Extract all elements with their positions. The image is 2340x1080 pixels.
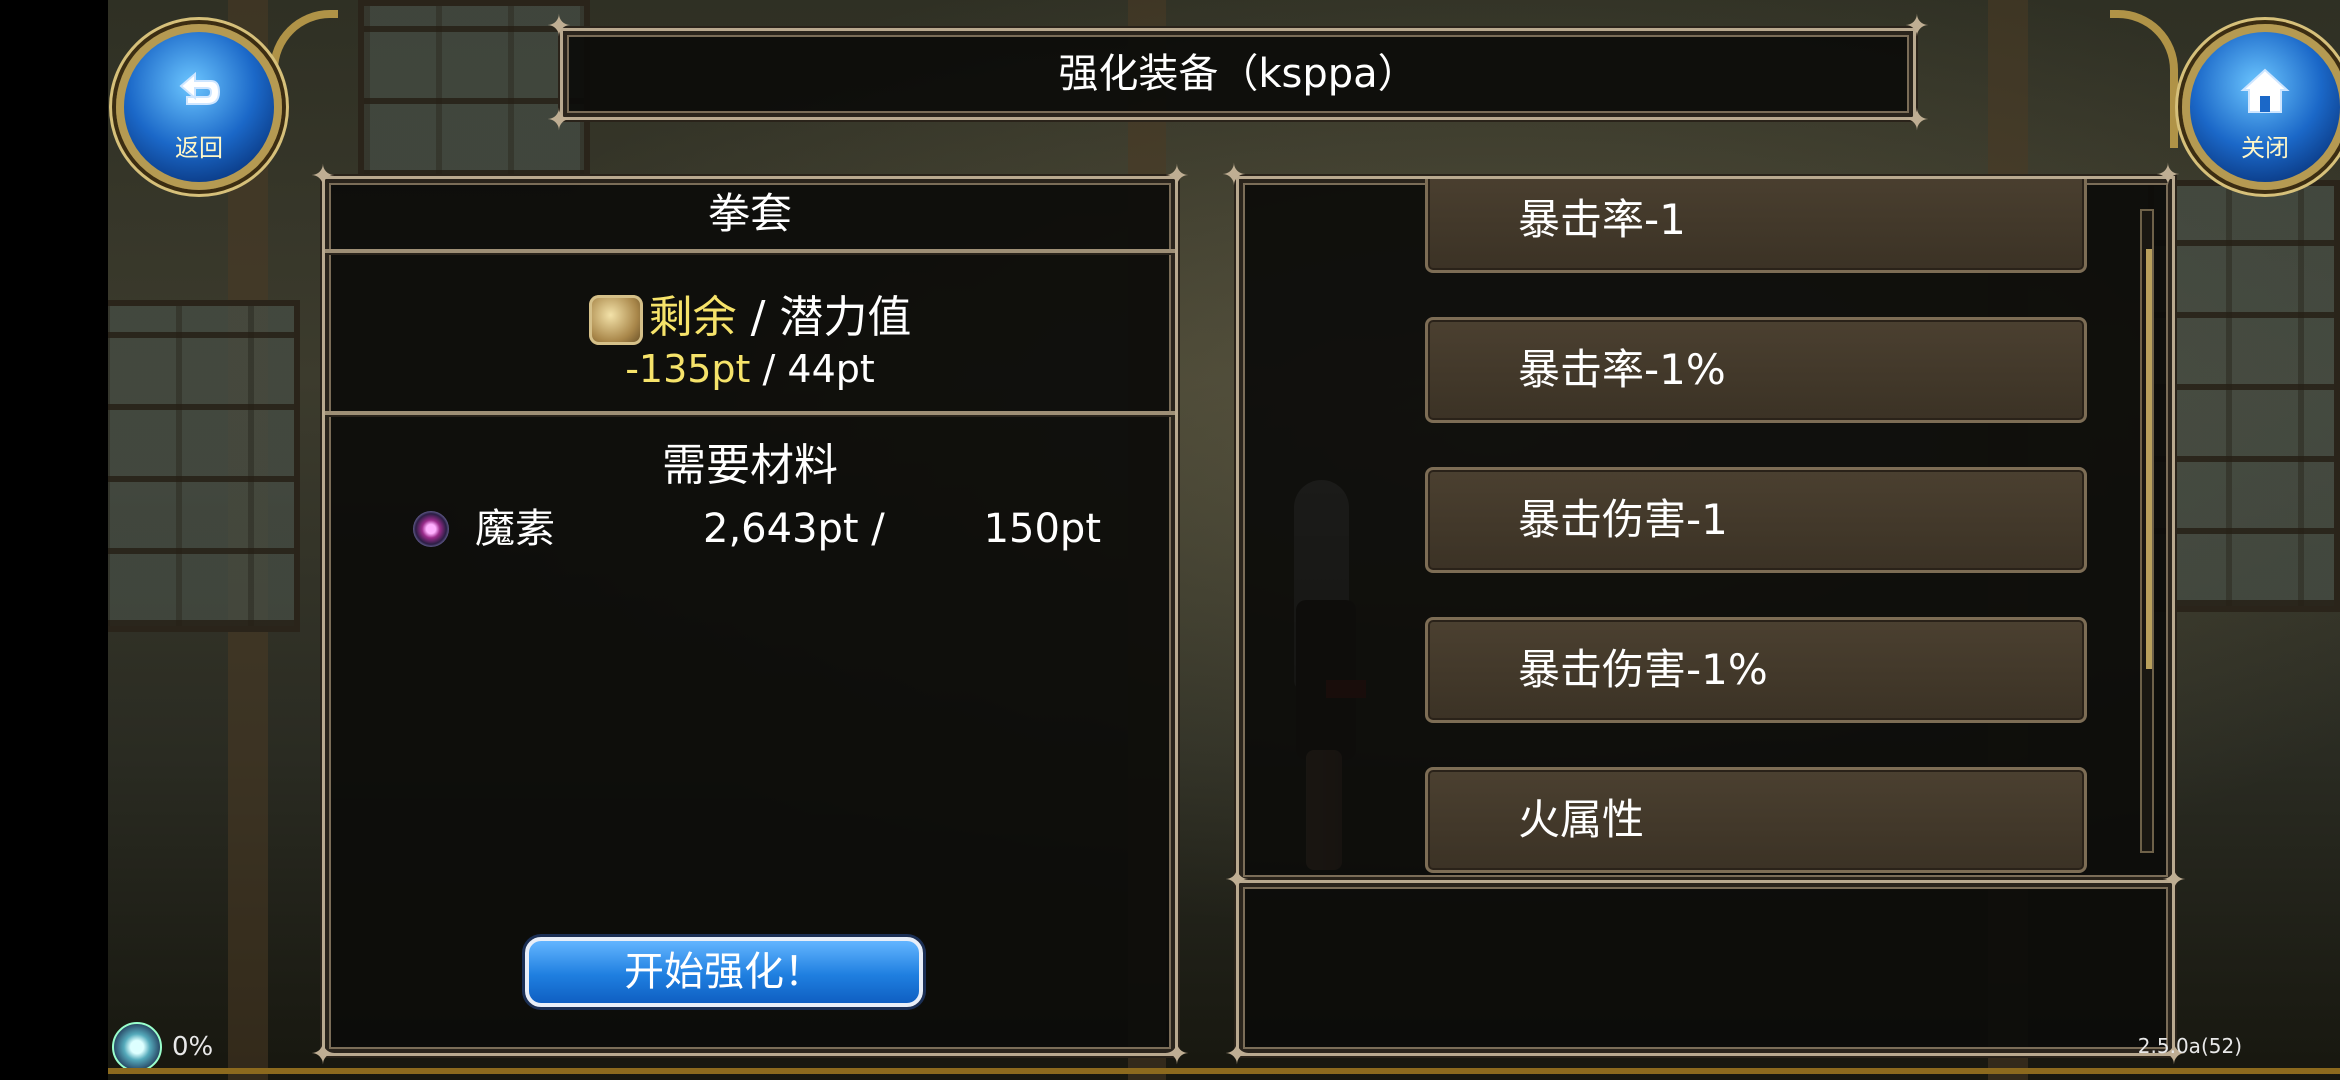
loading-percent: 0%: [172, 1032, 214, 1062]
potential-values: -135pt / 44pt: [325, 347, 1175, 397]
potential-header: 剩余 / 潜力值: [325, 281, 1175, 345]
page-title: 强化装备（ksppa）: [1058, 51, 1418, 97]
option-label: 暴击率-1%: [1518, 345, 1726, 394]
material-required: 150pt: [983, 506, 1101, 552]
pt-separator: /: [750, 347, 788, 391]
potential-label: 潜力值: [779, 292, 912, 343]
equipment-category: 拳套: [707, 189, 792, 238]
option-label: 火属性: [1518, 795, 1645, 844]
material-row: 魔素 2,643pt / 150pt: [413, 499, 1113, 559]
option-item[interactable]: 火属性: [1425, 767, 2087, 873]
enhance-info-panel: ✦ ✦ ✦ ✦ 拳套 剩余 / 潜力值 -135pt / 44pt 需要材料 魔…: [310, 159, 1189, 1072]
option-label: 暴击伤害-1: [1518, 495, 1728, 544]
option-label: 暴击率-1: [1518, 195, 1686, 244]
option-label: 暴击伤害-1%: [1518, 645, 1768, 694]
version-label: 2.5.0a(52): [2137, 1034, 2242, 1058]
remaining-label: 剩余: [648, 292, 737, 343]
home-icon: [2240, 68, 2290, 113]
back-label: 返回: [175, 134, 223, 162]
mana-orb-icon: [413, 511, 449, 547]
material-name: 魔素: [475, 506, 555, 552]
house-window: [2148, 180, 2340, 612]
material-owned: 2,643pt /: [703, 506, 885, 552]
start-enhance-button[interactable]: 开始强化！: [525, 937, 923, 1007]
potential-separator: /: [736, 292, 780, 343]
bottom-border: [108, 1068, 2340, 1074]
scrollbar-thumb[interactable]: [2146, 249, 2152, 669]
divider: [325, 411, 1175, 415]
back-arrow-icon: [179, 71, 221, 105]
ornament-corner: ✦: [1221, 158, 1247, 193]
potential-value: 44pt: [787, 347, 875, 391]
anvil-icon: [588, 295, 643, 345]
option-item[interactable]: 暴击伤害-1%: [1425, 617, 2087, 723]
materials-title: 需要材料: [662, 440, 838, 491]
option-item[interactable]: 暴击率-1%: [1425, 317, 2087, 423]
close-label: 关闭: [2241, 134, 2289, 162]
divider: [325, 249, 1175, 253]
option-item[interactable]: 暴击伤害-1: [1425, 467, 2087, 573]
back-button[interactable]: 返回: [116, 24, 282, 190]
ornament-corner: ✦: [2155, 158, 2181, 193]
option-list-panel[interactable]: 暴击率-1 暴击率-1% 暴击伤害-1 暴击伤害-1% 火属性: [1236, 176, 2175, 884]
title-bar: ✦ ✦ ✦ ✦ 强化装备（ksppa）: [546, 9, 1929, 138]
close-button[interactable]: 关闭: [2182, 24, 2340, 190]
remaining-value: -135pt: [625, 347, 751, 391]
option-item[interactable]: 暴击率-1: [1425, 179, 2087, 273]
option-description-panel: ✦ ✦ ✦ ✦: [1224, 863, 2186, 1072]
ornament-corner: ✦: [1224, 863, 1250, 898]
ornament-corner: ✦: [2161, 863, 2187, 898]
house-window: [108, 300, 300, 632]
loading-ring-icon: [112, 1022, 162, 1072]
